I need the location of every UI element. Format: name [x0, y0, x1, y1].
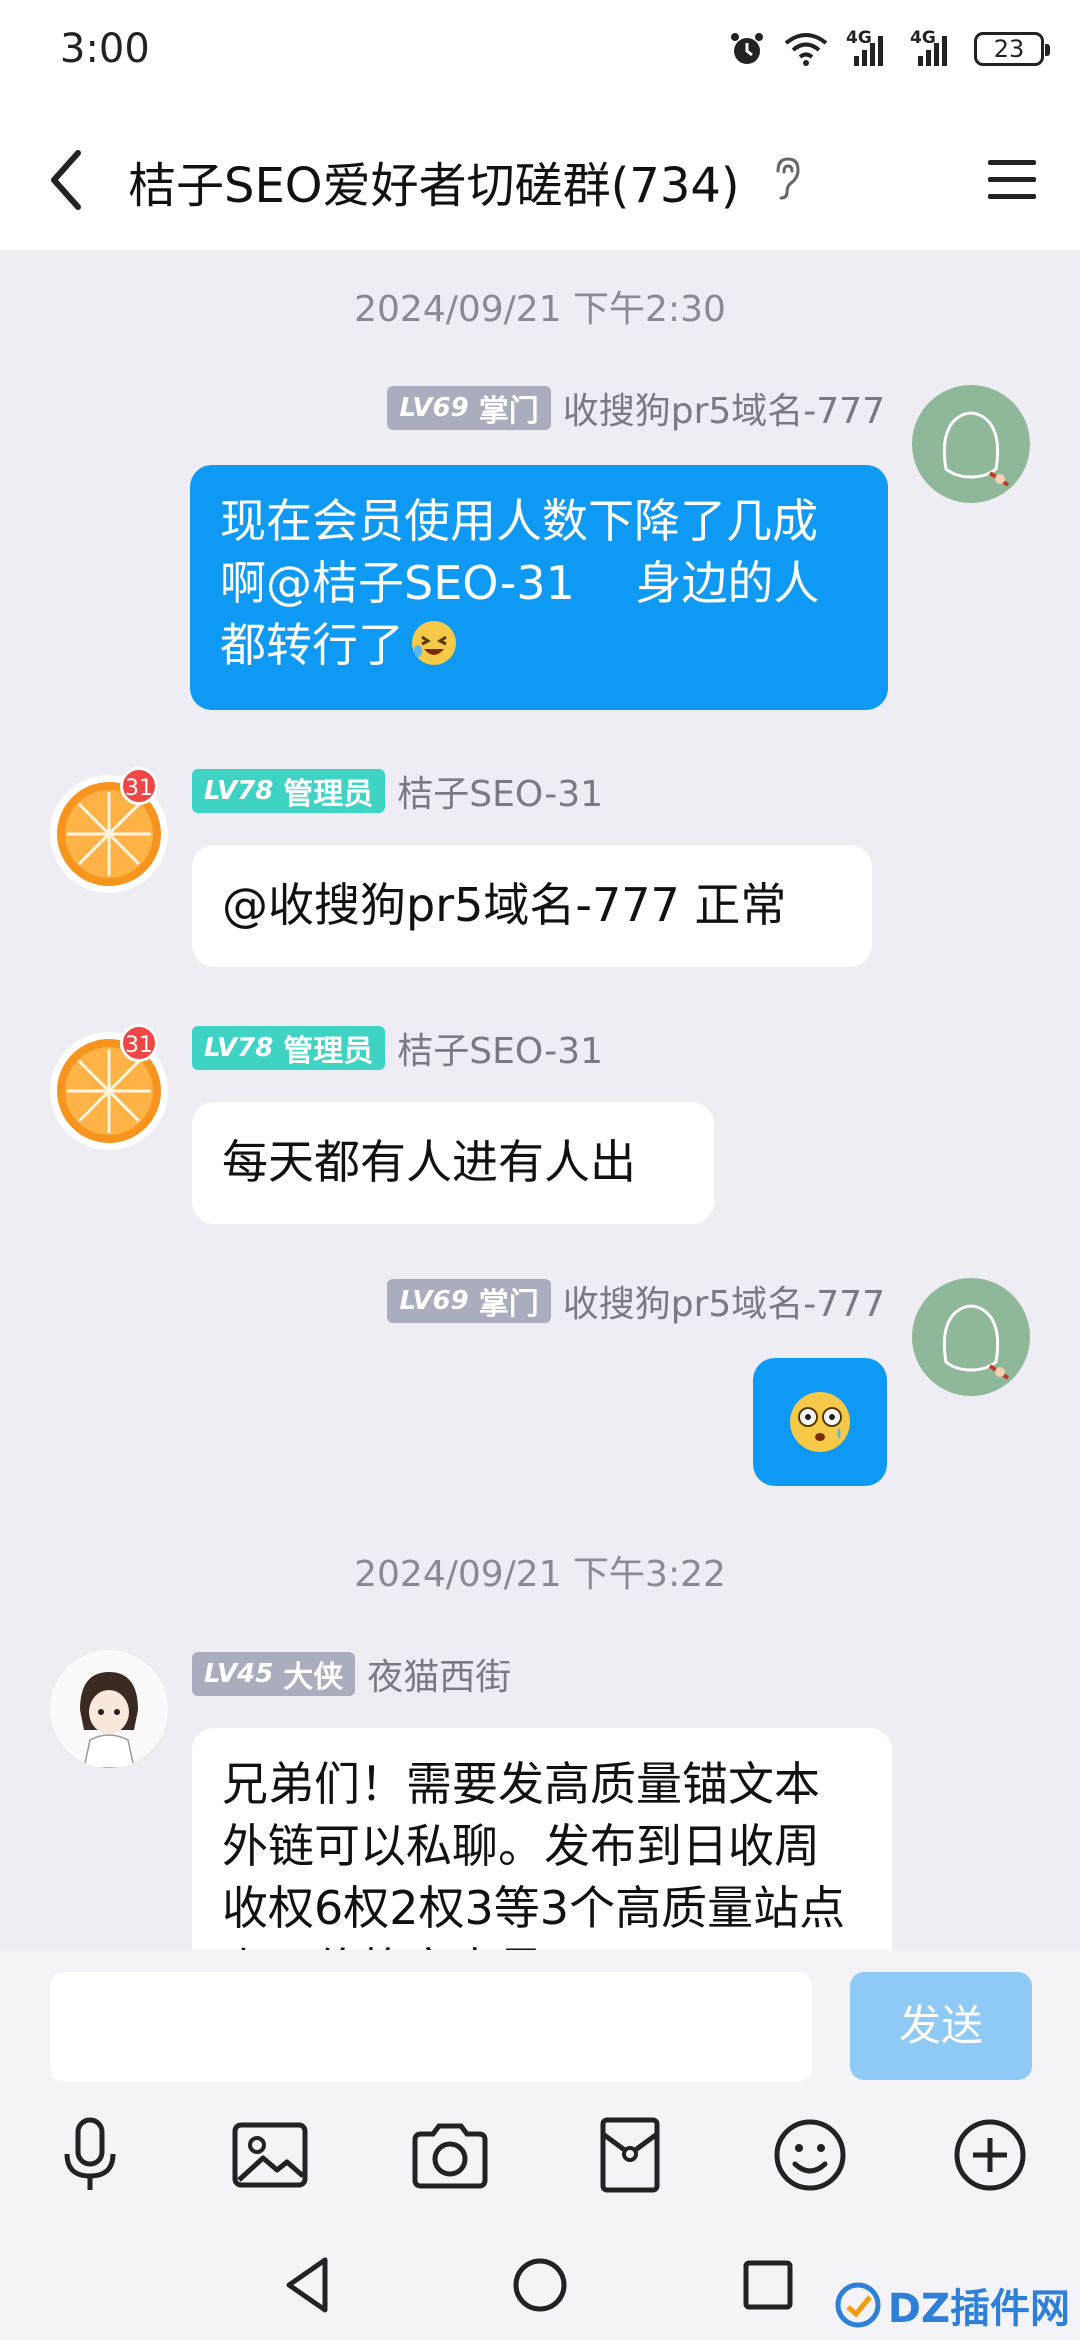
- sender-name[interactable]: 桔子SEO-31: [397, 765, 603, 817]
- level-badge: LV78 管理员: [192, 769, 386, 813]
- level-badge: LV69 掌门: [387, 386, 551, 430]
- red-packet-icon[interactable]: [585, 2110, 675, 2200]
- unread-count-badge: 31: [120, 1024, 158, 1062]
- sender-name[interactable]: 夜猫西街: [367, 1648, 511, 1700]
- level-badge: LV45 大侠: [192, 1652, 356, 1696]
- microphone-icon[interactable]: [45, 2110, 135, 2200]
- back-triangle-icon[interactable]: [273, 2250, 343, 2320]
- image-icon[interactable]: [225, 2110, 315, 2200]
- unread-count-badge: 31: [120, 767, 158, 805]
- dz-logo-icon: [835, 2282, 881, 2328]
- input-area: 发送 DZ插件网: [0, 1950, 1080, 2340]
- default-avatar-icon: [912, 1278, 1030, 1396]
- sender-name[interactable]: 收搜狗pr5域名-777: [563, 1275, 885, 1327]
- message-list[interactable]: 2024/09/21 下午2:30 LV69 掌门 收搜狗pr5域名-777 现在…: [0, 250, 1080, 1950]
- avatar[interactable]: 31: [50, 767, 168, 893]
- camera-icon[interactable]: [405, 2110, 495, 2200]
- recents-square-icon[interactable]: [733, 2250, 803, 2320]
- message-bubble[interactable]: 每天都有人进有人出: [192, 1102, 714, 1224]
- ear-icon[interactable]: [770, 155, 804, 201]
- message-bubble[interactable]: @收搜狗pr5域名-777 正常: [192, 845, 872, 967]
- alarm-icon: [731, 33, 763, 64]
- sender-row: LV69 掌门 收搜狗pr5域名-777: [387, 382, 885, 434]
- plus-icon[interactable]: [945, 2110, 1035, 2200]
- avatar[interactable]: [912, 385, 1030, 503]
- status-icons: 4G 4G 23: [728, 28, 1050, 68]
- sender-row: LV45 大侠 夜猫西街: [192, 1648, 511, 1700]
- sender-row: LV78 管理员 桔子SEO-31: [192, 1022, 603, 1074]
- timestamp: 2024/09/21 下午3:22: [354, 1554, 726, 1595]
- anime-girl-avatar-icon: [50, 1650, 168, 1768]
- level-badge: LV69 掌门: [387, 1279, 551, 1323]
- back-button[interactable]: [40, 145, 100, 215]
- avatar[interactable]: 31: [50, 1024, 168, 1150]
- status-bar: 3:00 4G 4G 23: [0, 0, 1080, 110]
- default-avatar-icon: [912, 385, 1030, 503]
- laughing-tears-emoji: [412, 621, 456, 665]
- sender-name[interactable]: 收搜狗pr5域名-777: [563, 382, 885, 434]
- timestamp: 2024/09/21 下午2:30: [354, 289, 726, 330]
- chat-header: 桔子SEO爱好者切磋群(734): [0, 110, 1080, 250]
- signal-4g-icon-1: 4G: [846, 28, 892, 68]
- avatar[interactable]: [912, 1278, 1030, 1396]
- sender-row: LV69 掌门 收搜狗pr5域名-777: [387, 1275, 885, 1327]
- sender-row: LV78 管理员 桔子SEO-31: [192, 765, 603, 817]
- send-button[interactable]: 发送: [850, 1972, 1032, 2080]
- sender-name[interactable]: 桔子SEO-31: [397, 1022, 603, 1074]
- group-title[interactable]: 桔子SEO爱好者切磋群(734): [128, 146, 740, 216]
- avatar[interactable]: [50, 1650, 168, 1768]
- watermark: DZ插件网: [834, 2276, 1070, 2334]
- emoji-icon[interactable]: [765, 2110, 855, 2200]
- message-bubble[interactable]: 兄弟们！需要发高质量锚文本外链可以私聊。发布到日收周收权6权2权3等3个高质量站…: [192, 1728, 892, 1950]
- message-bubble[interactable]: [753, 1358, 887, 1486]
- home-circle-icon[interactable]: [505, 2250, 575, 2320]
- status-time: 3:00: [60, 26, 150, 72]
- shocked-face-emoji: [790, 1392, 850, 1452]
- message-bubble[interactable]: 现在会员使用人数下降了几成啊@桔子SEO-31 身边的人都转行了: [190, 465, 888, 710]
- message-input[interactable]: [50, 1972, 812, 2082]
- input-toolbar: [0, 2110, 1080, 2220]
- wifi-icon: [784, 33, 828, 66]
- level-badge: LV78 管理员: [192, 1026, 386, 1070]
- menu-icon[interactable]: [982, 150, 1042, 210]
- battery-indicator: 23: [974, 32, 1050, 66]
- signal-4g-icon-2: 4G: [910, 28, 956, 68]
